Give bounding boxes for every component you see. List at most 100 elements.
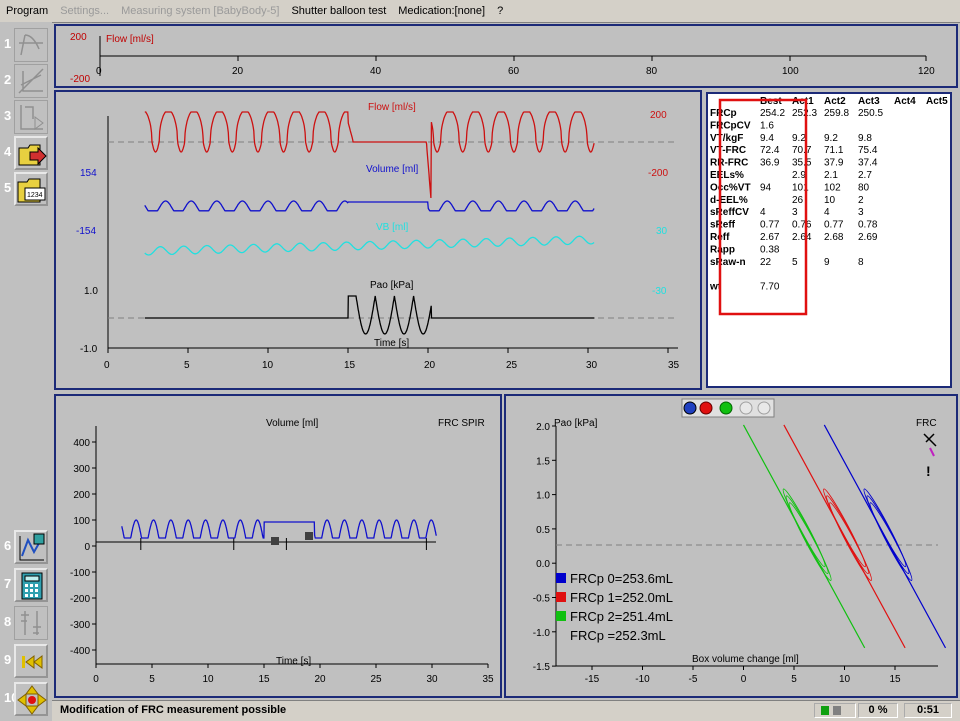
volume-xtick: 30 [426,674,438,685]
table-cell: 4 [824,207,830,218]
volume-chart[interactable]: Volume [ml] FRC SPIR 4003002001000-100-2… [56,396,500,696]
vb-tick: -30 [652,286,667,297]
table-cell: 80 [858,182,870,193]
menu-program[interactable]: Program [6,5,48,17]
toolbar-button-9[interactable]: 9 [2,644,50,678]
table-row-label: RR-FRC [710,158,748,169]
table-row-label: sRaw-n [710,257,746,268]
pao-xtick: -10 [635,674,650,685]
toolbar-button-5[interactable]: 5 1234 [2,172,50,206]
volume-xtick: 35 [482,674,494,685]
table-cell: 37.9 [824,158,844,169]
status-bar: Modification of FRC measurement possible… [52,700,960,721]
flow-overview-chart[interactable]: 200 -200 Flow [ml/s] 0 20 40 60 80 100 1… [56,26,956,86]
calculator-icon [14,568,48,602]
trial-selector-icon[interactable] [683,401,697,415]
volume-ytick: 100 [73,516,90,527]
pao-chart[interactable]: Pao [kPa] Box volume change [ml] FRC ! 2… [506,396,956,696]
main-xtick: 35 [668,360,680,371]
volume-ytick: 200 [73,490,90,501]
volume-label: Volume [ml] [366,164,418,175]
legend-swatch [556,611,566,621]
table-cell: 0.38 [760,244,780,255]
results-table: Best Act1 Act2 Act3 Act4 Act5 FRCp 254.2 252.3 25… [706,92,952,388]
frc-corner-label: FRC [916,418,937,429]
time-label: Time [s] [374,338,409,349]
wrench-icon[interactable] [923,433,937,457]
table-row-label: EELs% [710,170,744,181]
volume-ytick: 0 [84,542,90,553]
toolbar-button-8[interactable]: 8 [2,606,50,640]
traces-chart[interactable]: Flow [ml/s] Volume [ml] VB [ml] Pao [kPa… [56,92,700,388]
volume-xtick: 0 [93,674,99,685]
top-xtick: 60 [508,66,520,77]
menu-help[interactable]: ? [497,5,503,17]
table-row-label: d-EEL% [710,195,748,206]
toolbar-button-3[interactable]: 3 [2,100,50,134]
toolbar-button-4[interactable]: 4 [2,136,50,170]
pressure-volume-loop [826,495,869,575]
folder-numbers-icon: 1234 [14,172,48,206]
volume-ytick: -200 [70,594,90,605]
table-cell: 0.77 [824,220,844,231]
pressure-volume-loop [866,495,910,575]
toolbar-button-10[interactable]: 10 [2,682,50,716]
pao-trace [144,295,595,335]
table-cell: 2.1 [824,170,838,181]
menu-shutter-balloon-test[interactable]: Shutter balloon test [291,5,386,17]
table-cell: 35.5 [792,158,812,169]
table-cell: 2.69 [858,232,878,243]
table-cell: 5 [792,257,798,268]
trial-red-button[interactable] [699,401,713,415]
measure-chart-icon [14,530,48,564]
table-row-label: VT-FRC [710,145,746,156]
toolbar-button-2[interactable]: 2 [2,64,50,98]
legend-entry: FRCp 1=252.0mL [570,590,673,605]
toolbar-button-1[interactable]: 1 [2,28,50,62]
top-xtick: 20 [232,66,244,77]
results-grid[interactable]: Best Act1 Act2 Act3 Act4 Act5FRCp 254.2 252.3 25… [708,94,950,386]
table-row-label: VT/kgF [710,133,743,144]
vol-tick: 154 [80,168,97,179]
table-header: Act5 [926,96,948,107]
table-cell: 0.76 [792,220,812,231]
table-cell: 102 [824,182,841,193]
table-header: Act1 [792,96,814,107]
toolbar-button-6[interactable]: 6 [2,530,50,564]
flow-tick: 200 [650,110,667,121]
table-cell: 71.1 [824,145,844,156]
trial-empty-button[interactable] [757,401,771,415]
table-cell: 72.4 [760,145,780,156]
table-cell: 1.6 [760,120,774,131]
top-ytick-200: 200 [70,32,87,43]
arrows-center-icon [14,682,48,716]
folder-digits: 1234 [27,192,43,199]
table-cell: 2.64 [792,232,812,243]
table-row-label: sReff [710,220,736,231]
volume-xtick: 10 [202,674,214,685]
vb-tick: 30 [656,226,668,237]
main-xtick: 20 [424,360,436,371]
table-cell: 3 [858,207,864,218]
menu-settings[interactable]: Settings... [60,5,109,17]
sort-values-icon [14,606,48,640]
trial-empty-button[interactable] [739,401,753,415]
pao-xtick: -5 [689,674,698,685]
table-cell: 252.3 [792,108,817,119]
table-header: Act3 [858,96,880,107]
vol-tick: -154 [76,226,96,237]
pao-ytick: -1.5 [533,662,551,673]
toolbar-button-7[interactable]: 7 [2,568,50,602]
main-xtick: 30 [586,360,598,371]
table-cell: 36.9 [760,158,780,169]
top-flow-label: Flow [ml/s] [106,34,154,45]
menu-medication[interactable]: Medication:[none] [398,5,485,17]
pao-ytick: 0.0 [536,559,550,570]
menu-measuring-system[interactable]: Measuring system [BabyBody-5] [121,5,279,17]
pao-tick: -1.0 [80,344,98,355]
pao-ytick: 2.0 [536,422,550,433]
trial-green-button[interactable] [719,401,733,415]
table-cell: 9.8 [858,133,872,144]
table-cell: 9.4 [760,133,774,144]
vb-trace [144,235,595,256]
